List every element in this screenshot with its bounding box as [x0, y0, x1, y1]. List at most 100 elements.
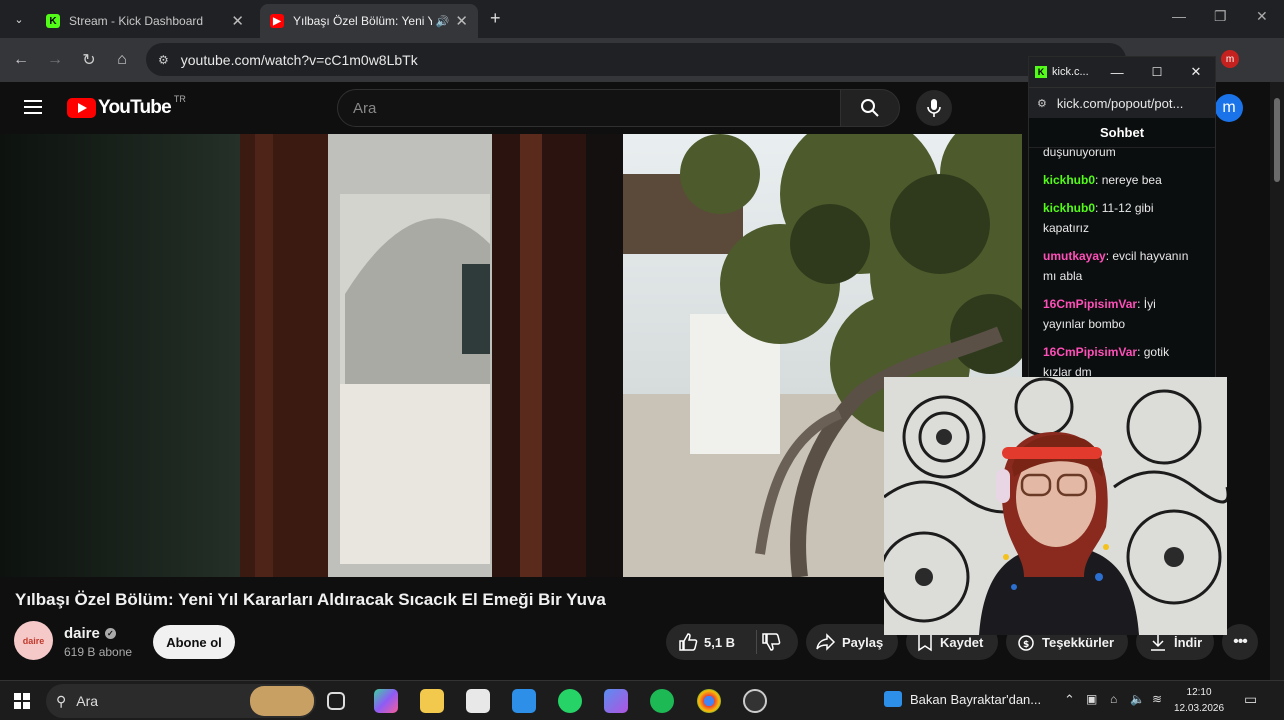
spotify-icon[interactable] [650, 689, 674, 713]
news-widget[interactable]: Bakan Bayraktar'dan... [884, 691, 1041, 707]
scrollbar-thumb[interactable] [1274, 98, 1280, 182]
like-divider [756, 630, 757, 654]
notifications-icon[interactable]: ▭ [1244, 691, 1257, 708]
subscribe-button[interactable]: Abone ol [153, 625, 235, 659]
popout-address-bar[interactable]: ⚙ kick.com/popout/pot... [1029, 87, 1215, 118]
chat-message: 16CmPipisimVar: İyi yayınlar bombo [1043, 297, 1156, 331]
svg-text:$: $ [1023, 640, 1029, 650]
restore-icon[interactable]: ❐ [1214, 8, 1227, 25]
copilot-365-icon[interactable] [604, 689, 628, 713]
close-tab-icon[interactable]: ✕ [455, 12, 468, 30]
close-window-icon[interactable]: ✕ [1190, 64, 1201, 80]
chat-messages: duşunuyorum kickhub0: nereye bea kickhub0:… [1029, 142, 1215, 379]
chat-username[interactable]: kickhub0 [1043, 173, 1095, 187]
tab-youtube-video[interactable]: ▶ Yılbaşı Özel Bölüm: Yeni Yıl 🔊 ✕ [260, 4, 478, 38]
chat-username[interactable]: kickhub0 [1043, 201, 1095, 215]
video-frame [0, 134, 1022, 577]
audio-playing-icon[interactable]: 🔊 [436, 15, 450, 28]
reload-icon[interactable]: ↻ [77, 48, 101, 72]
channel-name[interactable]: daire ✓ [64, 625, 116, 642]
profile-avatar[interactable]: m [1221, 50, 1239, 68]
chat-message: umutkayay: evcil hayvanın mı abla [1043, 249, 1189, 283]
kick-favicon-icon: K [46, 14, 60, 28]
chat-username[interactable]: umutkayay [1043, 249, 1106, 263]
microphone-icon [927, 99, 941, 117]
tray-app-icon[interactable]: ▣ [1086, 692, 1097, 706]
close-window-icon[interactable]: ✕ [1256, 8, 1268, 25]
chrome-icon[interactable] [697, 689, 721, 713]
chat-username[interactable]: 16CmPipisimVar [1043, 345, 1137, 359]
tab-search-icon[interactable]: ⌄ [8, 8, 30, 30]
new-tab-button[interactable]: + [490, 8, 501, 29]
account-avatar[interactable]: m [1215, 94, 1243, 122]
search-highlight-image [250, 686, 314, 716]
chat-message: duşunuyorum [1043, 142, 1201, 162]
more-actions-button[interactable]: ••• [1222, 624, 1258, 660]
taskbar-search[interactable]: ⚲ Ara [46, 684, 316, 718]
tab-kick-dashboard[interactable]: K Stream - Kick Dashboard ✕ [36, 4, 254, 38]
whatsapp-icon[interactable] [558, 689, 582, 713]
page-scrollbar[interactable] [1270, 82, 1284, 680]
forward-icon[interactable]: → [43, 48, 67, 72]
url-text[interactable]: youtube.com/watch?v=cC1m0w8LbTk [181, 52, 418, 68]
minimize-icon[interactable]: — [1111, 65, 1124, 80]
chat-text: duşunuyorum [1043, 145, 1116, 159]
chat-message: 16CmPipisimVar: gotik kızlar dm [1043, 345, 1170, 379]
windows-taskbar: ⚲ Ara Bakan Bayraktar'dan... ⌃ ▣ ⌂ 🔈 ≋ 1… [0, 680, 1284, 720]
chat-message: kickhub0: nereye bea [1043, 173, 1162, 187]
youtube-play-icon [67, 98, 96, 118]
thumbs-down-icon [762, 633, 781, 651]
youtube-logo[interactable]: YouTube TR [67, 94, 186, 119]
search-button[interactable] [840, 89, 900, 127]
address-bar[interactable]: ⚙ youtube.com/watch?v=cC1m0w8LbTk [146, 43, 1126, 76]
download-icon [1151, 634, 1165, 651]
like-dislike-group: 5,1 B [666, 624, 798, 660]
system-clock[interactable]: 12:10 12.03.2026 [1174, 685, 1224, 717]
close-tab-icon[interactable]: ✕ [231, 12, 244, 30]
thanks-icon: $ [1018, 635, 1034, 651]
dislike-button[interactable] [761, 632, 787, 652]
youtube-favicon-icon: ▶ [270, 14, 284, 28]
verified-icon: ✓ [104, 628, 116, 639]
chat-text: nereye bea [1101, 173, 1162, 187]
chat-username[interactable]: 16CmPipisimVar [1043, 297, 1137, 311]
task-view-icon[interactable] [327, 692, 345, 710]
thumbs-up-icon [679, 633, 698, 651]
home-icon[interactable]: ⌂ [110, 48, 134, 72]
bookmark-icon [918, 633, 932, 652]
browser-tab-strip: ⌄ K Stream - Kick Dashboard ✕ ▶ Yılbaşı … [0, 0, 1284, 38]
search-icon: ⚲ [56, 692, 67, 709]
volume-icon[interactable]: 🔈 [1130, 692, 1145, 706]
kick-favicon-icon: K [1035, 66, 1047, 78]
webcam-image [884, 377, 1227, 635]
menu-icon[interactable] [24, 100, 42, 118]
chevron-up-icon[interactable]: ⌃ [1064, 692, 1075, 708]
search-input[interactable]: Ara [337, 89, 841, 127]
site-settings-icon[interactable]: ⚙ [158, 53, 169, 67]
video-title: Yılbaşı Özel Bölüm: Yeni Yıl Kararları A… [15, 590, 606, 609]
video-player[interactable] [0, 134, 1022, 577]
microsoft-store-icon[interactable] [466, 689, 490, 713]
back-icon[interactable]: ← [9, 48, 33, 72]
share-icon [816, 633, 836, 651]
subscriber-count: 619 B abone [64, 645, 133, 659]
news-icon [884, 691, 902, 707]
like-button[interactable]: 5,1 B [678, 632, 735, 652]
channel-avatar[interactable]: daire [14, 621, 53, 660]
copilot-icon[interactable] [374, 689, 398, 713]
maximize-icon[interactable]: ☐ [1152, 65, 1163, 79]
chat-message: kickhub0: 11-12 gibi kapatırız [1043, 201, 1154, 235]
wifi-icon[interactable]: ≋ [1152, 692, 1162, 706]
voice-search-button[interactable] [916, 90, 952, 126]
obs-icon[interactable] [743, 689, 767, 713]
kick-chat-popout: K kick.c... — ☐ ✕ ⚙ kick.com/popout/pot.… [1028, 56, 1216, 380]
mail-icon[interactable] [512, 689, 536, 713]
file-explorer-icon[interactable] [420, 689, 444, 713]
site-settings-icon[interactable]: ⚙ [1037, 97, 1047, 110]
minimize-icon[interactable]: — [1172, 8, 1186, 24]
tray-app-icon[interactable]: ⌂ [1110, 692, 1117, 706]
popout-title-bar: K kick.c... — ☐ ✕ [1029, 57, 1215, 87]
windows-start-icon[interactable] [14, 693, 30, 709]
webcam-overlay [884, 377, 1227, 635]
search-icon [861, 99, 879, 117]
